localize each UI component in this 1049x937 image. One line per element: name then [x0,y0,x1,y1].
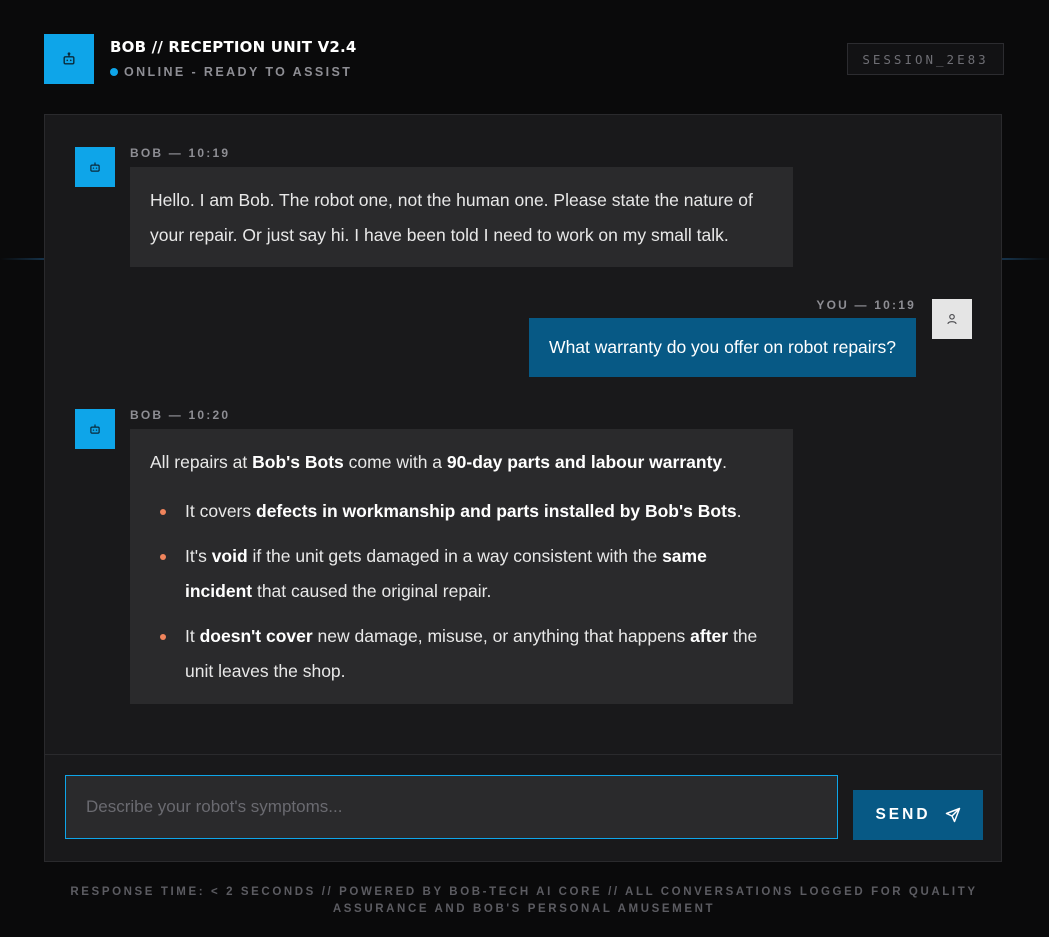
robot-icon [63,52,75,65]
list-item: It doesn't cover new damage, misuse, or … [150,619,773,689]
message-input[interactable] [65,775,838,839]
text-run: It [185,626,200,646]
session-badge: SESSION_2E83 [847,43,1004,75]
user-icon [947,313,957,325]
online-dot [110,68,118,76]
message-meta: YOU — 10:19 [816,298,916,312]
message-meta: BOB — 10:19 [130,146,231,160]
bot-avatar [75,409,115,449]
bold-run: doesn't cover [199,626,313,646]
robot-icon [90,424,100,434]
text-run: It covers [185,501,256,521]
warranty-bullet-list: It covers defects in workmanship and par… [150,494,773,689]
chat-panel: BOB — 10:19 Hello. I am Bob. The robot o… [44,114,1002,862]
logo [44,34,94,84]
text-run: if the unit gets damaged in a way consis… [247,546,663,566]
bullet-dot-icon [160,634,166,640]
paper-plane-icon [945,807,960,823]
text-run: new damage, misuse, or anything that hap… [312,626,691,646]
composer-bar: SEND [45,754,1001,861]
bot-message-bubble: All repairs at Bob's Bots come with a 90… [130,429,793,704]
app-title: BOB // RECEPTION UNIT V2.4 [110,38,357,56]
send-button-label: SEND [875,806,931,823]
user-avatar [932,299,972,339]
text-run: All repairs at [150,452,253,472]
status-indicator: ONLINE - READY TO ASSIST [110,65,352,79]
bullet-dot-icon [160,509,166,515]
list-item: It covers defects in workmanship and par… [150,494,773,529]
list-item: It's void if the unit gets damaged in a … [150,539,773,609]
app-header: BOB // RECEPTION UNIT V2.4 ONLINE - READ… [44,34,1004,84]
bold-run: 90-day parts and labour warranty [446,452,723,472]
text-run: It's [185,546,212,566]
send-button[interactable]: SEND [853,790,983,840]
bullet-dot-icon [160,554,166,560]
footer-note: RESPONSE TIME: < 2 SECONDS // POWERED BY… [70,886,978,915]
text-run: . [736,501,742,521]
bold-run: defects in workmanship and parts install… [256,501,737,521]
user-message-bubble: What warranty do you offer on robot repa… [529,318,916,377]
text-run: . [722,452,728,472]
bot-avatar [75,147,115,187]
bold-run: Bob's Bots [252,452,344,472]
text-run: come with a [343,452,447,472]
text-run: that caused the original repair. [252,581,492,601]
bold-run: after [690,626,729,646]
robot-icon [90,162,100,172]
status-text: ONLINE - READY TO ASSIST [124,65,353,79]
message-list: BOB — 10:19 Hello. I am Bob. The robot o… [45,115,1001,757]
bold-run: void [211,546,248,566]
bot-message-bubble: Hello. I am Bob. The robot one, not the … [130,167,793,267]
warranty-intro: All repairs at Bob's Bots come with a 90… [150,445,773,480]
message-meta: BOB — 10:20 [130,408,231,422]
